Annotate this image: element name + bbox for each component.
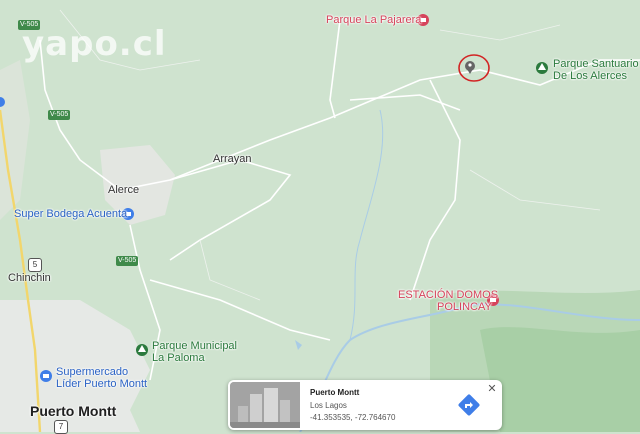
poi-label-supermercado-line1[interactable]: Supermercado [56, 366, 128, 378]
poi-label-parque-municipal-line2[interactable]: La Paloma [152, 352, 205, 364]
tree-icon-paloma[interactable] [136, 344, 148, 356]
shopping-icon-lider[interactable] [40, 370, 52, 382]
poi-label-super-bodega[interactable]: Super Bodega Acuenta [14, 208, 127, 220]
place-label-puerto-montt: Puerto Montt [30, 403, 117, 419]
close-icon[interactable]: ✕ [486, 382, 498, 395]
location-coordinates: -41.353535, -72.764670 [310, 413, 396, 422]
watermark: yapo.cl [22, 24, 167, 64]
place-label-alerce: Alerce [108, 184, 140, 196]
poi-label-estacion-line2[interactable]: POLINCAY [437, 301, 492, 313]
forest-area-dark [480, 327, 640, 432]
location-thumbnail[interactable] [230, 382, 300, 428]
road-shield-v505: V-505 [18, 20, 41, 30]
location-title: Puerto Montt [310, 388, 360, 397]
tree-icon[interactable] [536, 62, 548, 74]
location-region: Los Lagos [310, 401, 347, 410]
road-shield-v505: V-505 [48, 110, 71, 120]
route-shield-5: 5 [28, 258, 42, 272]
directions-icon[interactable] [458, 394, 480, 416]
poi-label-estacion-line1[interactable]: ESTACIÓN DOMOS [398, 289, 498, 301]
location-info-card[interactable]: Puerto Montt Los Lagos -41.353535, -72.7… [228, 380, 502, 430]
poi-label-parque-municipal-line1[interactable]: Parque Municipal [152, 340, 237, 352]
road-shield-v505: V-505 [116, 256, 139, 266]
poi-label-santuario-line1[interactable]: Parque Santuario [553, 58, 639, 70]
poi-label-parque-pajarera[interactable]: Parque La Pajarera [326, 14, 421, 26]
poi-label-supermercado-line2[interactable]: Líder Puerto Montt [56, 378, 147, 390]
place-label-chinchin: Chinchin [8, 272, 51, 284]
poi-label-santuario-line2[interactable]: De Los Alerces [553, 70, 627, 82]
place-label-arrayan: Arrayan [213, 153, 252, 165]
